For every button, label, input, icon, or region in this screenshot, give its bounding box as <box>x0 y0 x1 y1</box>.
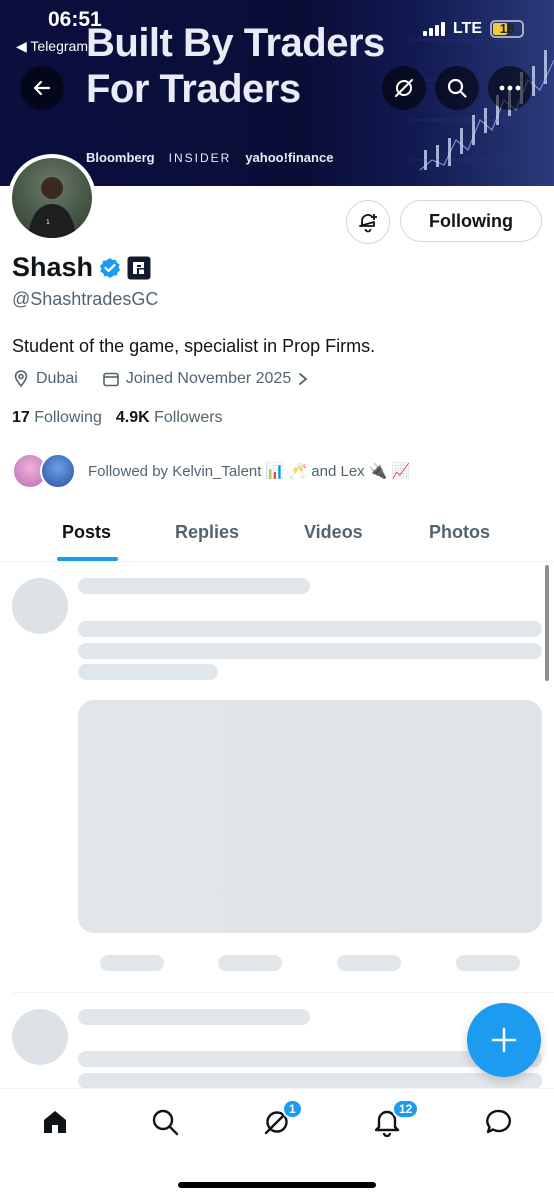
plus-icon <box>491 1027 517 1053</box>
calendar-icon <box>103 372 119 387</box>
profile-handle: @ShashtradesGC <box>12 289 159 309</box>
tab-posts[interactable]: Posts <box>62 522 111 543</box>
search-icon <box>447 78 467 98</box>
network-label: LTE <box>452 20 482 37</box>
profile-location: Dubai <box>36 370 78 387</box>
skeleton-line <box>78 1009 310 1025</box>
followed-by-row[interactable]: Followed by Kelvin_Talent 📊 🥂 and Lex 🔌 … <box>12 453 410 489</box>
chevron-right-icon[interactable] <box>297 372 309 386</box>
tab-videos[interactable]: Videos <box>304 522 363 543</box>
profile-bio: Student of the game, specialist in Prop … <box>12 336 376 356</box>
more-options-button[interactable] <box>488 66 532 110</box>
chat-bubble-icon <box>486 1109 511 1134</box>
avatar-photo: 1 <box>12 158 92 238</box>
followers-label: Followers <box>154 409 223 426</box>
affiliate-logo-icon[interactable] <box>127 256 151 280</box>
followed-by-text: Followed by Kelvin_Talent 📊 🥂 and Lex 🔌 … <box>88 463 411 480</box>
battery-level: 18 <box>499 21 515 36</box>
tab-replies[interactable]: Replies <box>175 522 239 543</box>
back-to-app-link[interactable]: ◀ Telegram <box>16 38 88 55</box>
more-dots-icon <box>499 85 521 91</box>
followers-count-link[interactable]: 4.9K Followers <box>116 409 223 427</box>
skeleton-avatar <box>12 1009 68 1065</box>
search-icon <box>152 1109 179 1136</box>
skeleton-line <box>78 578 310 594</box>
skeleton-media <box>78 700 542 933</box>
nav-grok[interactable]: 1 <box>260 1099 303 1139</box>
following-label: Following <box>34 409 102 426</box>
active-tab-indicator <box>57 557 118 561</box>
followers-count: 4.9K <box>115 409 150 426</box>
scrollbar[interactable] <box>545 565 549 681</box>
nav-messages[interactable] <box>482 1105 516 1139</box>
profile-name: Shash <box>12 252 94 282</box>
follower-avatar-2 <box>40 453 76 489</box>
notifications-subscribe-button[interactable] <box>346 200 390 244</box>
skeleton-avatar <box>12 578 68 634</box>
banner-headline-line2: For Traders <box>86 67 301 111</box>
grok-badge: 1 <box>282 1099 303 1119</box>
profile-avatar[interactable]: 1 <box>8 154 96 242</box>
skeleton-line <box>78 664 218 680</box>
svg-text:1: 1 <box>46 219 50 226</box>
bell-plus-icon <box>359 214 377 233</box>
following-count: 17 <box>12 409 30 426</box>
battery-icon: 18 <box>490 20 524 38</box>
skeleton-action <box>218 955 282 971</box>
skeleton-action <box>337 955 401 971</box>
home-icon <box>44 1111 66 1133</box>
status-time: 06:51 <box>48 8 102 31</box>
arrow-left-icon <box>33 80 51 96</box>
nav-search[interactable] <box>148 1105 182 1139</box>
follow-counts: 17 Following 4.9K Followers <box>12 409 223 427</box>
yahoo-finance-logo: yahoo!finance <box>245 150 334 165</box>
home-indicator <box>178 1182 376 1188</box>
banner-logos: Bloomberg INSIDER yahoo!finance <box>86 150 333 165</box>
skeleton-action <box>100 955 164 971</box>
tab-photos[interactable]: Photos <box>429 522 490 543</box>
skeleton-line <box>78 621 542 637</box>
profile-meta: Dubai Joined November 2025 <box>12 370 309 388</box>
nav-home[interactable] <box>38 1105 72 1139</box>
signal-icon <box>422 22 445 36</box>
search-button[interactable] <box>435 66 479 110</box>
following-button[interactable]: Following <box>400 200 542 242</box>
banner-headline: Built By Traders For Traders <box>86 20 385 112</box>
status-indicators: LTE 18 <box>422 20 524 38</box>
location-pin-icon <box>14 370 28 388</box>
grok-button[interactable] <box>382 66 426 110</box>
profile-name-row: Shash <box>12 252 151 283</box>
bloomberg-logo: Bloomberg <box>86 150 155 165</box>
banner-headline-line1: Built By Traders <box>86 21 385 65</box>
back-button[interactable] <box>20 66 64 110</box>
profile-joined-date[interactable]: Joined November 2025 <box>126 370 291 388</box>
nav-notifications[interactable]: 12 <box>370 1099 420 1139</box>
grok-icon <box>395 79 413 97</box>
insider-logo: INSIDER <box>168 150 232 165</box>
skeleton-action <box>456 955 520 971</box>
verified-badge-icon[interactable] <box>99 257 121 279</box>
following-count-link[interactable]: 17 Following <box>12 409 102 427</box>
profile-tabs: Posts Replies Videos Photos <box>0 506 554 562</box>
compose-post-button[interactable] <box>467 1003 541 1077</box>
skeleton-line <box>78 643 542 659</box>
followed-by-avatars <box>12 453 76 489</box>
skeleton-line <box>78 1073 542 1089</box>
notifications-badge: 12 <box>392 1099 420 1119</box>
post-divider <box>12 992 554 993</box>
